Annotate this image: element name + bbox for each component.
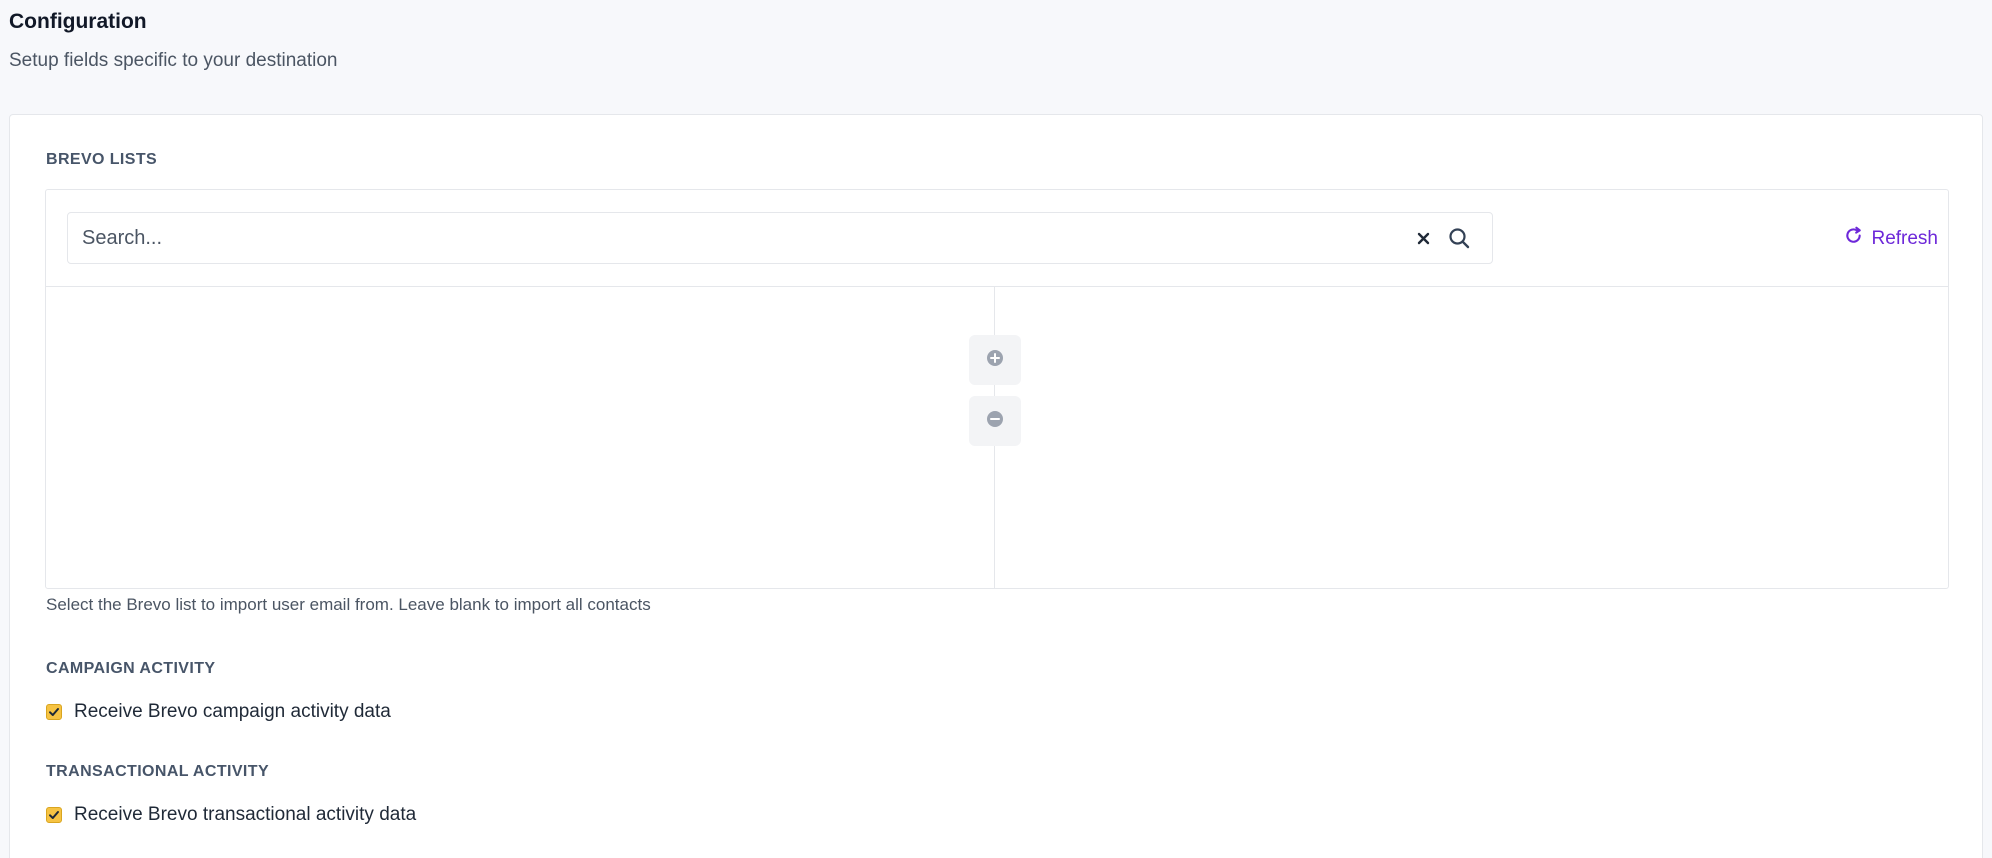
- available-lists-pane[interactable]: [46, 287, 994, 589]
- campaign-activity-row: Receive Brevo campaign activity data: [46, 701, 391, 723]
- refresh-button[interactable]: Refresh: [1844, 226, 1938, 251]
- brevo-lists-label: BREVO LISTS: [46, 151, 158, 168]
- campaign-activity-label: CAMPAIGN ACTIVITY: [46, 660, 216, 677]
- transactional-activity-checkbox-label[interactable]: Receive Brevo transactional activity dat…: [74, 804, 416, 826]
- configuration-page: Configuration Setup fields specific to y…: [0, 0, 1992, 858]
- transactional-activity-checkbox[interactable]: [46, 807, 62, 823]
- page-subtitle: Setup fields specific to your destinatio…: [9, 50, 338, 71]
- campaign-activity-checkbox-label[interactable]: Receive Brevo campaign activity data: [74, 701, 391, 723]
- refresh-label: Refresh: [1871, 227, 1938, 249]
- lists-toolbar: Refresh: [46, 190, 1948, 287]
- configuration-card: BREVO LISTS Search... Refresh Select the…: [9, 114, 1983, 858]
- selected-lists-pane[interactable]: [995, 287, 1948, 589]
- transactional-activity-row: Receive Brevo transactional activity dat…: [46, 804, 416, 826]
- brevo-lists-picker: Refresh: [45, 189, 1949, 589]
- minus-circle-icon: [986, 410, 1004, 433]
- page-title: Configuration: [9, 10, 147, 33]
- transactional-activity-label: TRANSACTIONAL ACTIVITY: [46, 763, 270, 780]
- refresh-icon: [1844, 226, 1863, 251]
- add-list-button[interactable]: [969, 335, 1021, 385]
- search-box: [67, 212, 1493, 264]
- remove-list-button[interactable]: [969, 396, 1021, 446]
- search-icon[interactable]: [1445, 224, 1473, 252]
- search-input[interactable]: [82, 213, 1382, 263]
- plus-circle-icon: [986, 349, 1004, 372]
- campaign-activity-checkbox[interactable]: [46, 704, 62, 720]
- brevo-lists-help: Select the Brevo list to import user ema…: [46, 595, 651, 614]
- close-icon[interactable]: [1411, 226, 1435, 250]
